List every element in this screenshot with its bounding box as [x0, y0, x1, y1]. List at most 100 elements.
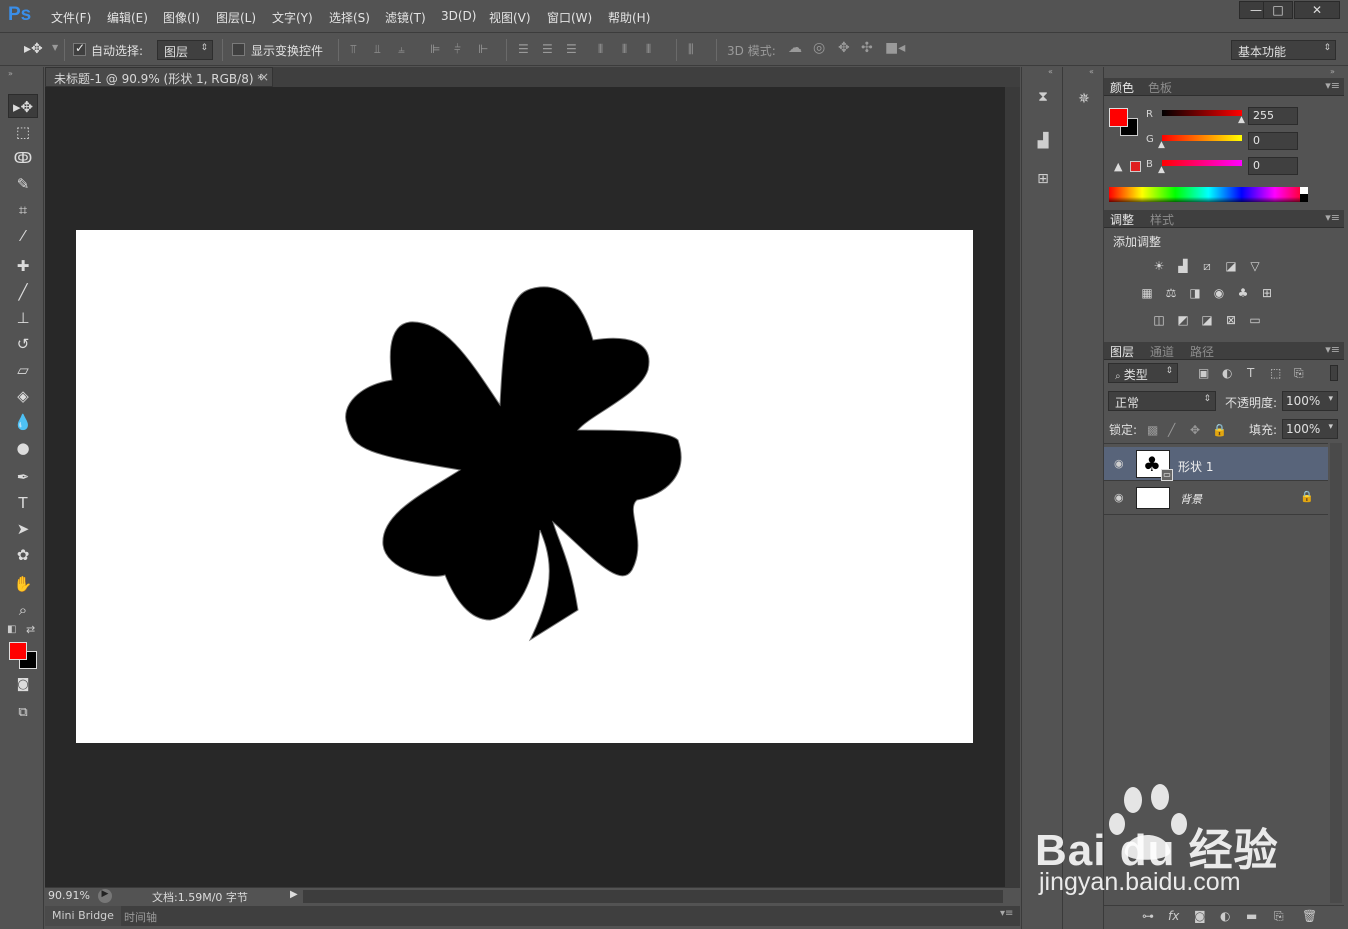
- auto-align-icon[interactable]: ⫼: [688, 42, 694, 57]
- g-slider[interactable]: [1162, 135, 1242, 141]
- gamut-warning-icon[interactable]: ▲: [1114, 160, 1122, 173]
- r-slider[interactable]: [1162, 110, 1242, 116]
- new-adjustment-icon[interactable]: ◐: [1220, 909, 1230, 923]
- menu-view[interactable]: 视图(V): [489, 9, 531, 26]
- menu-filter[interactable]: 滤镜(T): [385, 9, 426, 26]
- zoom-tool-icon[interactable]: ⌕: [8, 598, 38, 622]
- color-panel-menu-icon[interactable]: ▾≡: [1325, 79, 1340, 92]
- collapse-dock-2-icon[interactable]: «: [1089, 67, 1094, 76]
- collapse-right-dock-icon[interactable]: »: [1330, 67, 1335, 76]
- 3d-scale-icon[interactable]: ■◂: [885, 40, 905, 56]
- menu-select[interactable]: 选择(S): [329, 9, 370, 26]
- color-balance-icon[interactable]: ⚖: [1162, 285, 1180, 301]
- zoom-level[interactable]: 90.91%: [48, 889, 90, 902]
- navigator-panel-icon[interactable]: ✵: [1072, 91, 1096, 113]
- distribute-right-icon[interactable]: ⫴: [646, 42, 651, 57]
- move-tool-icon[interactable]: ▸✥: [24, 41, 43, 57]
- curves-icon[interactable]: ⧄: [1198, 258, 1216, 274]
- 3d-rotate-icon[interactable]: ☁: [788, 40, 802, 56]
- status-menu-arrow-icon[interactable]: ▶: [290, 889, 298, 900]
- layer-name[interactable]: 形状 1: [1178, 458, 1213, 475]
- layer-visibility-eye-icon[interactable]: ◉: [1114, 457, 1124, 470]
- histogram-panel-icon[interactable]: ▟: [1031, 133, 1055, 155]
- clover-shape[interactable]: [76, 230, 973, 743]
- align-top-icon[interactable]: ⫪: [350, 42, 357, 57]
- selective-color-icon[interactable]: ⊠: [1222, 312, 1240, 328]
- blend-mode-dropdown[interactable]: 正常 ⇕: [1108, 391, 1216, 411]
- menu-3d[interactable]: 3D(D): [441, 9, 476, 23]
- vertical-scrollbar[interactable]: [1005, 87, 1020, 887]
- tab-adjustments[interactable]: 调整: [1110, 211, 1134, 228]
- foreground-color-chip[interactable]: [1109, 108, 1128, 127]
- dodge-tool-icon[interactable]: ●: [8, 436, 38, 460]
- history-brush-tool-icon[interactable]: ↺: [8, 332, 38, 356]
- lock-image-icon[interactable]: ╱: [1168, 423, 1175, 437]
- filter-toggle[interactable]: [1330, 365, 1338, 381]
- document-canvas[interactable]: [76, 230, 973, 743]
- photo-filter-icon[interactable]: ◉: [1210, 285, 1228, 301]
- type-tool-icon[interactable]: T: [8, 491, 38, 515]
- layer-filter-dropdown[interactable]: ⌕ 类型 ⇕: [1108, 363, 1178, 383]
- brush-tool-icon[interactable]: ╱: [8, 280, 38, 304]
- lock-transparent-icon[interactable]: ▩: [1147, 423, 1158, 437]
- vibrance-icon[interactable]: ▽: [1246, 258, 1264, 274]
- distribute-left-icon[interactable]: ⫴: [598, 42, 603, 57]
- align-bottom-icon[interactable]: ⫨: [398, 42, 405, 57]
- tab-styles[interactable]: 样式: [1150, 211, 1174, 228]
- show-transform-checkbox[interactable]: [232, 43, 245, 56]
- collapse-dock-icon[interactable]: «: [1048, 67, 1053, 76]
- tool-preset-arrow-icon[interactable]: ▼: [52, 43, 58, 52]
- document-close-icon[interactable]: ×: [259, 70, 269, 84]
- align-right-icon[interactable]: ⊩: [478, 42, 488, 56]
- distribute-bottom-icon[interactable]: ☰: [566, 42, 577, 56]
- layer-visibility-eye-icon[interactable]: ◉: [1114, 491, 1124, 504]
- delete-layer-trash-icon[interactable]: 🗑: [1302, 909, 1317, 923]
- new-layer-icon[interactable]: ⎘: [1274, 909, 1284, 924]
- menu-window[interactable]: 窗口(W): [547, 9, 592, 26]
- filter-type-icon[interactable]: T: [1247, 366, 1254, 380]
- paint-bucket-tool-icon[interactable]: ◈: [8, 384, 38, 408]
- clone-stamp-tool-icon[interactable]: ⊥: [8, 306, 38, 330]
- bottom-panel-menu-icon[interactable]: ▾≡: [1000, 908, 1013, 919]
- filter-shape-icon[interactable]: ⬚: [1270, 366, 1281, 380]
- history-panel-icon[interactable]: ⧗: [1031, 89, 1055, 111]
- menu-edit[interactable]: 编辑(E): [107, 9, 148, 26]
- align-hcenter-icon[interactable]: ⫩: [454, 42, 461, 57]
- layer-row-background[interactable]: ◉ 背景 🔒: [1104, 481, 1328, 515]
- close-button[interactable]: ✕: [1294, 1, 1340, 19]
- link-layers-icon[interactable]: ⊶: [1142, 909, 1154, 923]
- brightness-contrast-icon[interactable]: ☀: [1150, 258, 1168, 274]
- r-slider-handle-icon[interactable]: ▲: [1238, 115, 1245, 125]
- healing-brush-tool-icon[interactable]: ✚: [8, 254, 38, 278]
- color-lookup-icon[interactable]: ⊞: [1258, 285, 1276, 301]
- distribute-vcenter-icon[interactable]: ☰: [542, 42, 553, 56]
- foreground-color-swatch[interactable]: [9, 642, 27, 660]
- pen-tool-icon[interactable]: ✒: [8, 465, 38, 489]
- hand-tool-icon[interactable]: ✋: [8, 572, 38, 596]
- screen-mode-icon[interactable]: ⧉: [8, 701, 38, 725]
- 3d-roll-icon[interactable]: ◎: [813, 40, 825, 56]
- invert-icon[interactable]: ◫: [1150, 312, 1168, 328]
- distribute-top-icon[interactable]: ☰: [518, 42, 529, 56]
- tab-mini-bridge[interactable]: Mini Bridge: [45, 906, 121, 926]
- hue-saturation-icon[interactable]: ▦: [1138, 285, 1156, 301]
- gradient-map-icon[interactable]: ▭: [1246, 312, 1264, 328]
- menu-help[interactable]: 帮助(H): [608, 9, 650, 26]
- menu-file[interactable]: 文件(F): [51, 9, 91, 26]
- levels-icon[interactable]: ▟: [1174, 258, 1192, 274]
- b-slider-handle-icon[interactable]: ▲: [1158, 165, 1165, 175]
- move-tool-icon[interactable]: ▸✥: [8, 94, 38, 118]
- 3d-slide-icon[interactable]: ✣: [861, 40, 873, 56]
- b-slider[interactable]: [1162, 160, 1242, 166]
- filter-adjustment-icon[interactable]: ◐: [1222, 366, 1232, 380]
- layers-scrollbar[interactable]: [1330, 443, 1342, 903]
- custom-shape-tool-icon[interactable]: ✿: [8, 543, 38, 567]
- r-value-input[interactable]: 255: [1248, 107, 1298, 125]
- tab-swatches[interactable]: 色板: [1148, 79, 1172, 96]
- status-info-icon[interactable]: ▶: [98, 889, 112, 903]
- marquee-tool-icon[interactable]: ⬚: [8, 120, 38, 144]
- fx-icon[interactable]: fx: [1168, 909, 1179, 923]
- g-slider-handle-icon[interactable]: ▲: [1158, 140, 1165, 150]
- tab-layers[interactable]: 图层: [1110, 343, 1134, 360]
- channel-mixer-icon[interactable]: ♣: [1234, 285, 1252, 301]
